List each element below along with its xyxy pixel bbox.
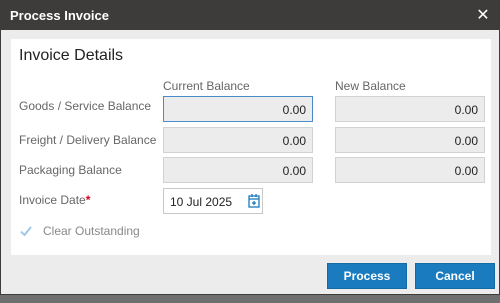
packaging-label: Packaging Balance xyxy=(19,163,122,177)
clear-outstanding-checkbox[interactable]: Clear Outstanding xyxy=(19,223,140,239)
required-marker: * xyxy=(85,193,91,207)
dialog-title: Process Invoice xyxy=(10,8,109,23)
goods-service-new-field: 0.00 xyxy=(335,96,485,122)
process-button[interactable]: Process xyxy=(327,263,407,289)
calendar-icon[interactable] xyxy=(248,193,260,209)
clear-outstanding-label: Clear Outstanding xyxy=(43,224,140,238)
checkmark-icon xyxy=(20,226,32,237)
packaging-new-field: 0.00 xyxy=(335,157,485,183)
freight-delivery-label: Freight / Delivery Balance xyxy=(19,133,157,147)
close-icon[interactable]: ✕ xyxy=(473,6,493,26)
invoice-date-label: Invoice Date* xyxy=(19,193,90,207)
goods-service-label: Goods / Service Balance xyxy=(19,99,152,113)
goods-service-current-field[interactable]: 0.00 xyxy=(163,96,313,122)
dialog-titlebar: Process Invoice ✕ xyxy=(1,1,499,30)
invoice-date-field[interactable]: 10 Jul 2025 xyxy=(163,188,263,214)
freight-delivery-new-field: 0.00 xyxy=(335,127,485,153)
packaging-current-field[interactable]: 0.00 xyxy=(163,157,313,183)
current-balance-header: Current Balance xyxy=(163,79,250,93)
process-invoice-dialog: Process Invoice ✕ Invoice Details Curren… xyxy=(0,0,500,295)
cancel-button[interactable]: Cancel xyxy=(415,263,495,289)
invoice-date-label-text: Invoice Date xyxy=(19,193,86,207)
panel-title: Invoice Details xyxy=(19,47,124,64)
invoice-details-panel: Invoice Details Current Balance New Bala… xyxy=(11,39,491,255)
new-balance-header: New Balance xyxy=(335,79,406,93)
freight-delivery-current-field[interactable]: 0.00 xyxy=(163,127,313,153)
invoice-date-value: 10 Jul 2025 xyxy=(170,195,233,209)
